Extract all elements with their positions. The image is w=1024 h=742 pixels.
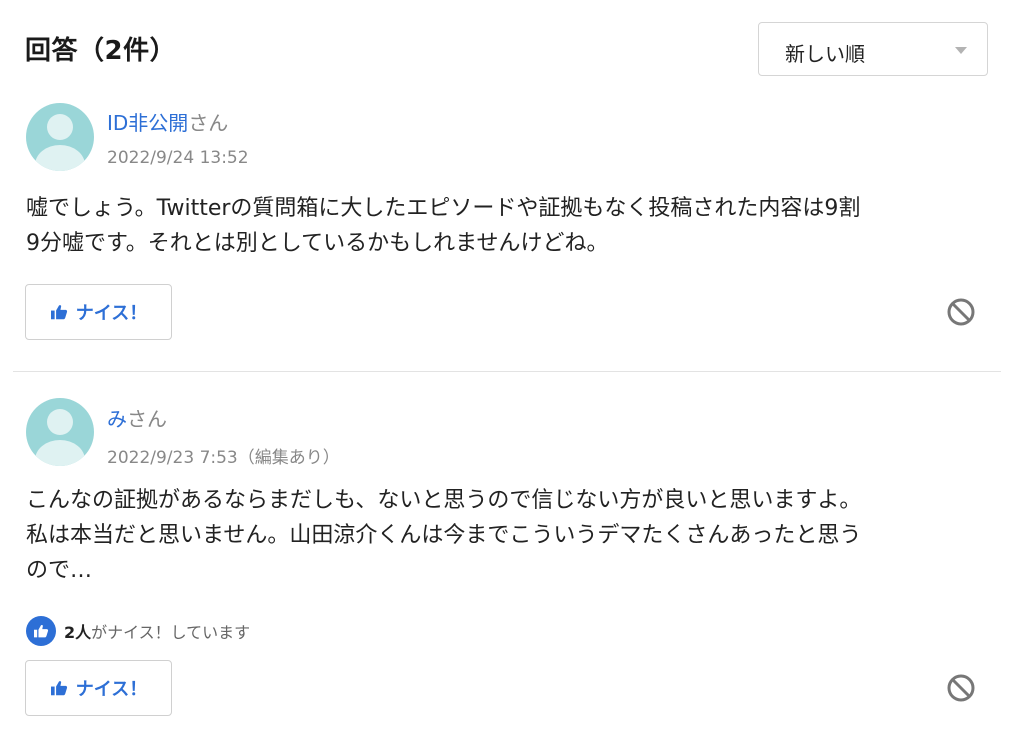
post-date: 2022/9/23 7:53（編集あり） [107,448,340,468]
sort-select-value: 新しい順 [785,42,865,66]
answer-body-line: ので… [26,558,93,583]
prohibit-icon[interactable] [946,297,976,327]
chevron-down-icon [955,47,967,54]
answer-body-line: 9分嘘です。それとは別としているかもしれませんけどね。 [26,231,609,256]
answer-body: 嘘でしょう。Twitterの質問箱に大したエピソードや証拠もなく投稿された内容は… [26,191,991,261]
avatar-head [47,409,73,435]
answers-page: 回答（2件） 新しい順 ID非公開さん 2022/9/24 13:52 嘘でしょ… [0,0,1024,742]
nice-summary: 2人がナイス！しています [26,616,250,646]
answer-body-line: 私は本当だと思いません。山田涼介くんは今までこういうデマたくさんあったと思う [26,523,862,548]
nice-button-label: ナイス！ [75,303,148,324]
nice-button[interactable]: ナイス！ [25,660,172,716]
nice-summary-text: がナイス！しています [91,623,251,642]
avatar-body [35,145,85,171]
author-line: みさん [107,403,167,432]
thumbs-up-icon [50,681,67,696]
post-date: 2022/9/24 13:52 [107,148,249,168]
prohibit-icon[interactable] [946,673,976,703]
answer-body-line: 嘘でしょう。Twitterの質問箱に大したエピソードや証拠もなく投稿された内容は… [26,196,861,221]
answer-body: こんなの証拠があるならまだしも、ないと思うので信じない方が良いと思いますよ。 私… [26,483,991,588]
avatar[interactable] [26,103,94,171]
avatar-body [35,440,85,466]
author-name-link[interactable]: ID非公開 [107,111,188,135]
nice-button-label: ナイス！ [75,679,148,700]
sort-select[interactable]: 新しい順 [758,22,988,76]
avatar-head [47,114,73,140]
author-suffix: さん [127,407,167,431]
thumbs-up-badge-icon [26,616,56,646]
avatar[interactable] [26,398,94,466]
author-name-link[interactable]: み [107,407,127,431]
answer-body-line: こんなの証拠があるならまだしも、ないと思うので信じない方が良いと思いますよ。 [26,488,862,513]
answers-heading: 回答（2件） [25,36,177,66]
nice-count: 2人 [64,623,92,642]
author-suffix: さん [188,111,229,135]
thumbs-up-icon [50,305,67,320]
author-line: ID非公開さん [107,107,228,136]
divider [13,371,1001,372]
nice-button[interactable]: ナイス！ [25,284,172,340]
